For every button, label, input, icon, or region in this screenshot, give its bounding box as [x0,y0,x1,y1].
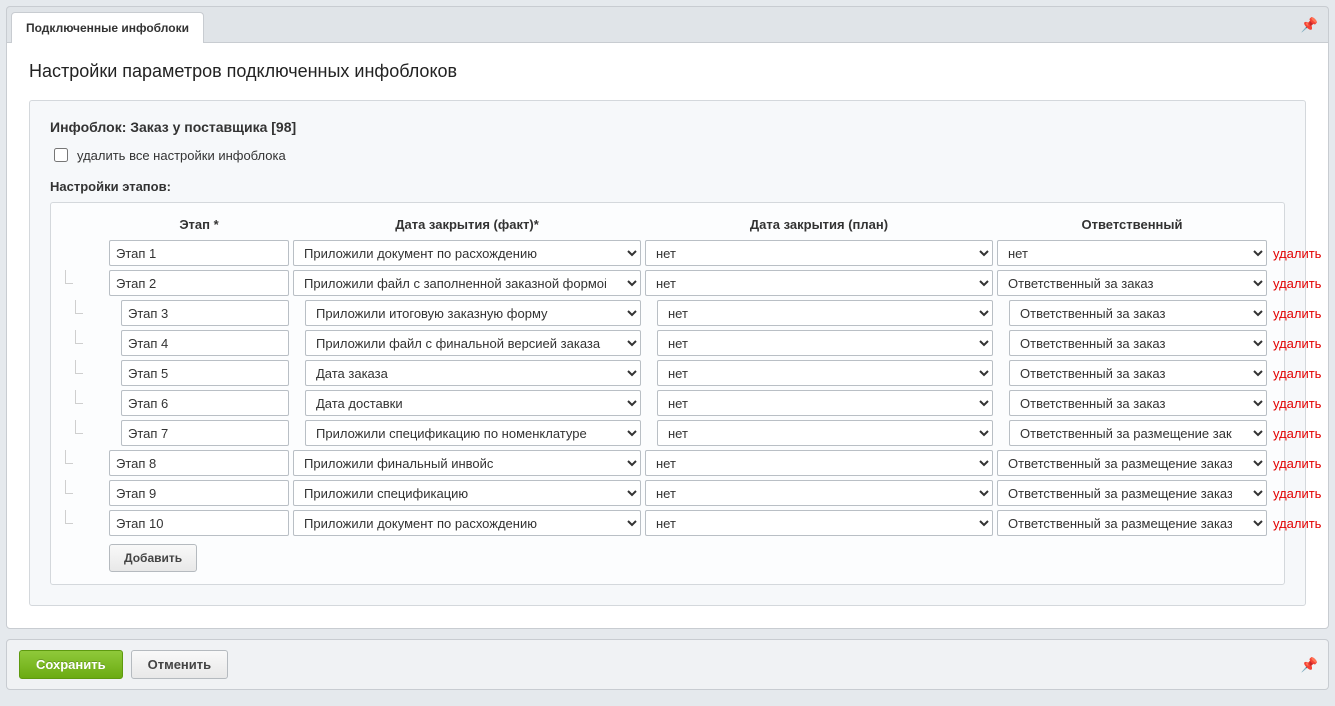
pin-icon[interactable]: 📌 [1301,16,1318,33]
stage-row: Приложили финальный инвойснетОтветственн… [61,448,1274,478]
delete-row-link[interactable]: удалить [1271,456,1331,471]
tree-indent [61,450,105,476]
col-header-close-plan: Дата закрытия (план) [645,217,993,232]
iblock-title: Инфоблок: Заказ у поставщика [98] [50,119,1285,135]
tree-indent [61,360,105,386]
delete-row-link[interactable]: удалить [1271,306,1331,321]
close-plan-select[interactable]: нет [645,510,993,536]
col-header-close-fact: Дата закрытия (факт)* [293,217,641,232]
stage-name-input[interactable] [109,240,289,266]
close-plan-select[interactable]: нет [645,270,993,296]
stage-row: Приложили файл с финальной версией заказ… [61,328,1274,358]
stage-row: Приложили итоговую заказную форму нет Отве… [61,298,1274,328]
close-fact-select[interactable]: Приложили файл с заполненной заказной фо… [293,270,641,296]
delete-row-link[interactable]: удалить [1271,396,1331,411]
settings-panel: Настройки параметров подключенных инфобл… [6,42,1329,629]
tree-indent [61,480,105,506]
delete-all-label: удалить все настройки инфоблока [77,148,286,163]
close-fact-select[interactable]: Приложили документ по расхождению [293,240,641,266]
close-fact-select[interactable]: Дата заказа [305,360,641,386]
close-plan-select[interactable]: нет [657,330,993,356]
tree-indent [61,240,105,266]
responsible-select[interactable]: Ответственный за заказ [1009,390,1267,416]
responsible-select[interactable]: нет [997,240,1267,266]
stage-row: Дата доставкинетОтветственный за заказуд… [61,388,1274,418]
responsible-select[interactable]: Ответственный за заказ [997,270,1267,296]
stage-row: Приложили спецификациюнетОтветственный з… [61,478,1274,508]
stage-name-input[interactable] [109,510,289,536]
close-plan-select[interactable]: нет [645,450,993,476]
pin-icon[interactable]: 📌 [1301,656,1318,673]
stage-name-input[interactable] [121,330,289,356]
close-fact-select[interactable]: Приложили финальный инвойс [293,450,641,476]
responsible-select[interactable]: Ответственный за размещение заказа! [997,450,1267,476]
responsible-select[interactable]: Ответственный за размещение заказа! [997,480,1267,506]
delete-row-link[interactable]: удалить [1271,336,1331,351]
stage-row: Приложили файл с заполненной заказной фо… [61,268,1274,298]
close-plan-select[interactable]: нет [657,300,993,326]
stage-row: Приложили документ по расхождениюнетнету… [61,238,1274,268]
tab-connected-iblocks[interactable]: Подключенные инфоблоки [11,12,204,43]
close-fact-select[interactable]: Приложили файл с финальной версией заказ… [305,330,641,356]
stage-name-input[interactable] [109,450,289,476]
responsible-select[interactable]: Ответственный за размещение заказа! [997,510,1267,536]
iblock-settings-block: Инфоблок: Заказ у поставщика [98] удалит… [29,100,1306,606]
close-fact-select[interactable]: Дата доставки [305,390,641,416]
stages-box: Этап * Дата закрытия (факт)* Дата закрыт… [50,202,1285,585]
tree-indent [61,420,105,446]
close-plan-select[interactable]: нет [645,240,993,266]
responsible-select[interactable]: Ответственный за размещение заказа! [1009,420,1267,446]
close-plan-select[interactable]: нет [657,360,993,386]
tree-indent [61,390,105,416]
stage-row: Дата заказанетОтветственный за заказудал… [61,358,1274,388]
close-fact-select[interactable]: Приложили спецификацию [293,480,641,506]
add-stage-button[interactable]: Добавить [109,544,197,572]
stages-settings-label: Настройки этапов: [50,179,1285,194]
tree-indent [61,510,105,536]
responsible-select[interactable]: Ответственный за заказ [1009,300,1267,326]
tree-indent [61,300,105,326]
stage-row: Приложили документ по расхождениюнетОтве… [61,508,1274,538]
delete-row-link[interactable]: удалить [1271,276,1331,291]
delete-row-link[interactable]: удалить [1271,426,1331,441]
save-button[interactable]: Сохранить [19,650,123,679]
responsible-select[interactable]: Ответственный за заказ [1009,360,1267,386]
delete-row-link[interactable]: удалить [1271,366,1331,381]
close-fact-select[interactable]: Приложили документ по расхождению [293,510,641,536]
delete-all-settings[interactable]: удалить все настройки инфоблока [50,145,1285,165]
stage-row: Приложили спецификацию по номенклатуре не… [61,418,1274,448]
tree-indent [61,270,105,296]
stage-name-input[interactable] [121,420,289,446]
stage-name-input[interactable] [109,270,289,296]
stage-name-input[interactable] [121,390,289,416]
cancel-button[interactable]: Отменить [131,650,229,679]
responsible-select[interactable]: Ответственный за заказ [1009,330,1267,356]
close-fact-select[interactable]: Приложили спецификацию по номенклатуре [305,420,641,446]
close-plan-select[interactable]: нет [645,480,993,506]
col-header-stage: Этап * [109,217,289,232]
delete-row-link[interactable]: удалить [1271,486,1331,501]
tree-indent [61,330,105,356]
close-fact-select[interactable]: Приложили итоговую заказную форму [305,300,641,326]
close-plan-select[interactable]: нет [657,420,993,446]
panel-title: Настройки параметров подключенных инфобл… [29,61,1306,82]
delete-all-checkbox[interactable] [54,148,68,162]
stage-name-input[interactable] [109,480,289,506]
stage-name-input[interactable] [121,360,289,386]
delete-row-link[interactable]: удалить [1271,516,1331,531]
stages-header: Этап * Дата закрытия (факт)* Дата закрыт… [61,213,1274,238]
footer-bar: Сохранить Отменить 📌 [6,639,1329,690]
tab-bar: Подключенные инфоблоки 📌 [6,6,1329,42]
delete-row-link[interactable]: удалить [1271,246,1331,261]
close-plan-select[interactable]: нет [657,390,993,416]
stage-name-input[interactable] [121,300,289,326]
col-header-responsible: Ответственный [997,217,1267,232]
